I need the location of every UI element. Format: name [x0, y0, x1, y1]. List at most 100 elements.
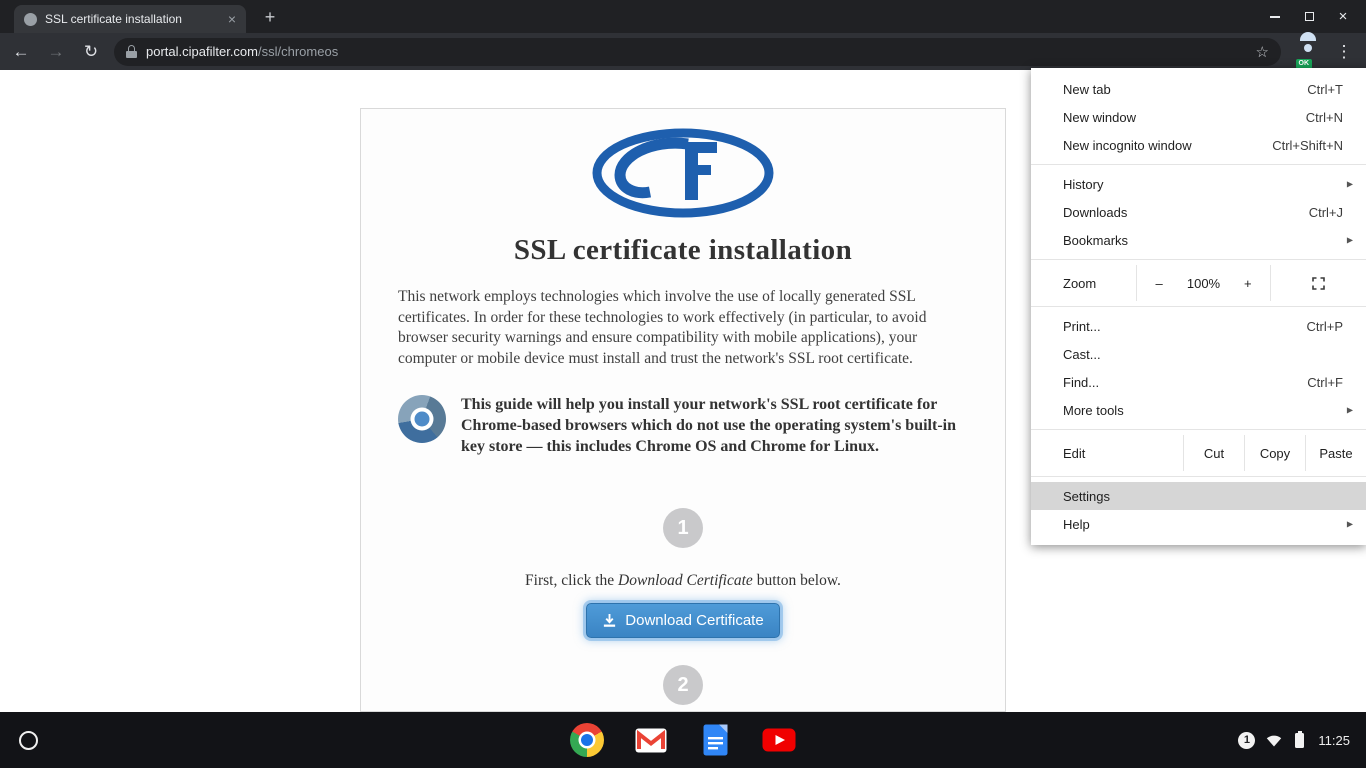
step-1-badge: 1: [663, 508, 703, 548]
menu-label: Downloads: [1063, 205, 1309, 220]
ssl-install-card: SSL certificate installation This networ…: [360, 108, 1006, 712]
menu-label: History: [1063, 177, 1343, 192]
browser-overflow-menu: New tab Ctrl+T New window Ctrl+N New inc…: [1031, 68, 1366, 545]
menu-label: Cast...: [1063, 347, 1343, 362]
menu-label: Help: [1063, 517, 1343, 532]
new-tab-button[interactable]: +: [258, 6, 282, 30]
menu-item-help[interactable]: Help ▶: [1031, 510, 1366, 538]
menu-separator: [1031, 306, 1366, 307]
submenu-arrow-icon: ▶: [1347, 406, 1353, 415]
menu-label: New window: [1063, 110, 1306, 125]
menu-label: Print...: [1063, 319, 1307, 334]
menu-edit-row: Edit Cut Copy Paste: [1031, 435, 1366, 471]
bookmark-star-icon[interactable]: ☆: [1256, 43, 1269, 61]
url-host: portal.cipafilter.com: [146, 44, 258, 59]
zoom-in-button[interactable]: +: [1226, 265, 1270, 301]
launcher-button[interactable]: [0, 712, 56, 768]
maximize-icon: [1305, 12, 1314, 21]
instruction-button-name: Download Certificate: [618, 572, 753, 589]
zoom-out-button[interactable]: –: [1137, 265, 1181, 301]
menu-item-history[interactable]: History ▶: [1031, 170, 1366, 198]
minimize-button[interactable]: [1262, 4, 1288, 30]
cut-button[interactable]: Cut: [1183, 435, 1244, 471]
status-tray[interactable]: 1 11:25: [1230, 712, 1358, 768]
menu-separator: [1031, 164, 1366, 165]
menu-separator: [1031, 476, 1366, 477]
tab-title: SSL certificate installation: [45, 12, 224, 26]
menu-separator: [1031, 429, 1366, 430]
menu-label: Settings: [1063, 489, 1343, 504]
zoom-level: 100%: [1181, 265, 1225, 301]
youtube-icon: [762, 728, 796, 752]
menu-item-new-window[interactable]: New window Ctrl+N: [1031, 103, 1366, 131]
tab-close-icon[interactable]: ×: [224, 10, 240, 28]
minimize-icon: [1270, 16, 1280, 18]
chrome-note-text: This guide will help you install your ne…: [461, 395, 968, 457]
menu-item-bookmarks[interactable]: Bookmarks ▶: [1031, 226, 1366, 254]
screen: SSL certificate installation This networ…: [0, 0, 1366, 768]
profile-avatar[interactable]: OK: [1295, 39, 1321, 65]
browser-tab[interactable]: SSL certificate installation ×: [14, 5, 246, 33]
chromeos-shelf: 1 11:25: [0, 712, 1366, 768]
browser-toolbar: ← → ↻ portal.cipafilter.com/ssl/chromeos…: [0, 33, 1366, 70]
address-bar[interactable]: portal.cipafilter.com/ssl/chromeos ☆: [114, 38, 1281, 66]
chrome-browser-icon: [398, 395, 446, 443]
url-path: /ssl/chromeos: [258, 44, 338, 59]
submenu-arrow-icon: ▶: [1347, 180, 1353, 189]
menu-item-new-incognito-window[interactable]: New incognito window Ctrl+Shift+N: [1031, 131, 1366, 159]
shelf-apps: [570, 723, 796, 757]
chrome-note: This guide will help you install your ne…: [398, 395, 968, 457]
fullscreen-button[interactable]: [1271, 265, 1366, 301]
download-certificate-button[interactable]: Download Certificate: [586, 603, 779, 638]
browser-menu-button[interactable]: ⋮: [1330, 38, 1358, 66]
menu-zoom-row: Zoom – 100% +: [1031, 265, 1366, 301]
menu-label: Find...: [1063, 375, 1307, 390]
forward-button[interactable]: →: [42, 38, 70, 66]
launcher-icon: [19, 731, 38, 750]
maximize-button[interactable]: [1296, 4, 1322, 30]
url-text: portal.cipafilter.com/ssl/chromeos: [146, 44, 338, 59]
copy-button[interactable]: Copy: [1244, 435, 1305, 471]
menu-item-cast[interactable]: Cast...: [1031, 340, 1366, 368]
chrome-icon: [570, 723, 604, 757]
menu-item-find[interactable]: Find... Ctrl+F: [1031, 368, 1366, 396]
fullscreen-icon: [1312, 277, 1325, 290]
download-button-label: Download Certificate: [625, 612, 763, 629]
secure-lock-icon: [126, 45, 137, 58]
menu-label: Bookmarks: [1063, 233, 1343, 248]
shelf-gmail-app[interactable]: [634, 723, 668, 757]
close-button[interactable]: ×: [1330, 4, 1356, 30]
menu-item-new-tab[interactable]: New tab Ctrl+T: [1031, 75, 1366, 103]
reload-button[interactable]: ↻: [77, 38, 105, 66]
menu-item-settings[interactable]: Settings: [1031, 482, 1366, 510]
instruction-pre: First, click the: [525, 572, 618, 589]
menu-accelerator: Ctrl+N: [1306, 110, 1343, 125]
menu-item-downloads[interactable]: Downloads Ctrl+J: [1031, 198, 1366, 226]
menu-label: New incognito window: [1063, 138, 1272, 153]
notification-count-badge: 1: [1238, 732, 1255, 749]
zoom-controls: – 100% +: [1136, 265, 1271, 301]
gmail-icon: [635, 728, 667, 753]
menu-separator: [1031, 259, 1366, 260]
shelf-docs-app[interactable]: [698, 723, 732, 757]
docs-icon: [703, 724, 728, 756]
shelf-chrome-app[interactable]: [570, 723, 604, 757]
menu-accelerator: Ctrl+P: [1307, 319, 1343, 334]
avatar-status-badge: OK: [1296, 59, 1312, 69]
zoom-label: Zoom: [1031, 265, 1136, 301]
menu-accelerator: Ctrl+F: [1307, 375, 1343, 390]
clock: 11:25: [1318, 733, 1350, 748]
paste-button[interactable]: Paste: [1305, 435, 1366, 471]
back-button[interactable]: ←: [7, 38, 35, 66]
download-icon: [602, 613, 617, 628]
step-2-badge: 2: [663, 665, 703, 705]
menu-accelerator: Ctrl+T: [1307, 82, 1343, 97]
menu-item-print[interactable]: Print... Ctrl+P: [1031, 312, 1366, 340]
instruction-post: button below.: [753, 572, 841, 589]
battery-icon: [1295, 733, 1304, 748]
menu-accelerator: Ctrl+J: [1309, 205, 1343, 220]
menu-accelerator: Ctrl+Shift+N: [1272, 138, 1343, 153]
shelf-youtube-app[interactable]: [762, 723, 796, 757]
submenu-arrow-icon: ▶: [1347, 236, 1353, 245]
menu-item-more-tools[interactable]: More tools ▶: [1031, 396, 1366, 424]
